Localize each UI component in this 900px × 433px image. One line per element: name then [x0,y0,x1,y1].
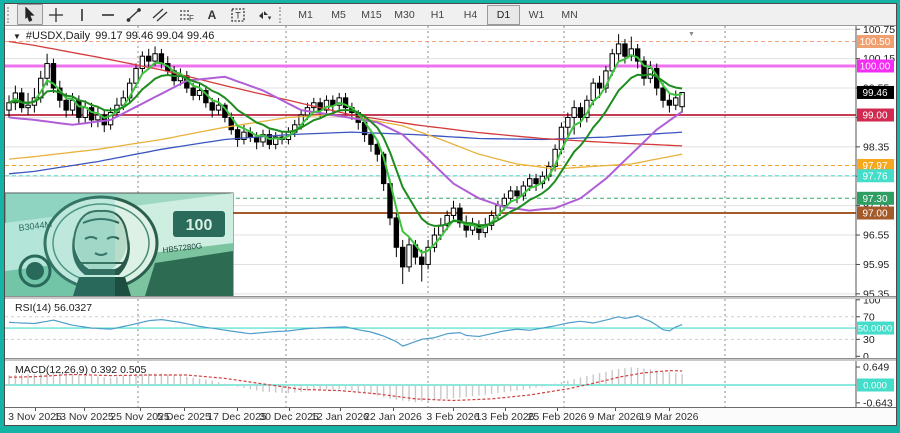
svg-text:F: F [189,14,194,23]
toolbar-grip[interactable] [279,7,287,23]
svg-text:T: T [235,10,241,20]
rsi-level-badge: 50.0000 [858,324,892,335]
timeframe-d1-button[interactable]: D1 [487,5,520,25]
macd-zero-badge: 0.000 [863,381,887,392]
svg-text:▾: ▾ [268,15,272,22]
timeframe-m15-button[interactable]: M15 [355,5,388,25]
timeframe-m5-button[interactable]: M5 [322,5,355,25]
price-badge-99.46: 99.46 [862,88,887,99]
date-label: 5 Dec 2025 [157,411,211,423]
equidistant-channel-icon [152,7,168,23]
trendline-icon [126,7,142,23]
text-label-tool-button[interactable]: T [225,4,251,25]
crosshair-icon [48,7,64,23]
price-axis-label: 95.35 [863,288,889,296]
cursor-tool-button[interactable] [17,4,43,25]
timeframe-m30-button[interactable]: M30 [388,5,421,25]
dollar-bill-image: 100B3044MHB57280G [5,193,233,296]
price-badge-97.76: 97.76 [862,171,887,182]
date-label: 17 Dec 2025 [207,411,267,423]
vertical-line-tool-button[interactable] [69,4,95,25]
chart-title[interactable]: ▼ #USDX,Daily 99.17 99.46 99.04 99.46 [13,30,214,42]
fibonacci-icon: F [178,7,194,23]
rsi-axis-label: 30 [863,334,875,346]
text-icon: A [204,7,220,23]
date-label: 13 Nov 2025 [54,411,114,423]
date-label: 19 Mar 2026 [640,411,699,423]
toolbar: F A T ▾ M1M5M15M30H1H4D1W1MN [5,4,896,26]
date-axis[interactable]: 3 Nov 202513 Nov 202525 Nov 20255 Dec 20… [5,407,896,425]
vertical-line-icon [74,7,90,23]
fibonacci-tool-button[interactable]: F [173,4,199,25]
macd-panel[interactable]: 0.649 -0.643 0.000 MACD(12,26,9) 0.392 0.5… [5,361,896,407]
terminal-frame: FAT▾M1M5M15M30H1H4D1W1MN 100.75100.1599.… [0,0,900,433]
svg-text:A: A [208,8,217,22]
arrows-tool-button[interactable]: ▾ [251,4,277,25]
timeframe-h4-button[interactable]: H4 [454,5,487,25]
price-badge-97.00: 97.00 [862,209,887,220]
crosshair-tool-button[interactable] [43,4,69,25]
date-label: 25 Feb 2026 [528,411,587,423]
horizontal-line-tool-button[interactable] [95,4,121,25]
rsi-value: 56.0327 [54,302,92,314]
arrows-icon: ▾ [256,7,272,23]
equidistant-channel-tool-button[interactable] [147,4,173,25]
macd-label: MACD(12,26,9) 0.392 0.505 [15,364,146,376]
date-label: 13 Feb 2026 [476,411,535,423]
timeframe-m1-button[interactable]: M1 [289,5,322,25]
collapse-arrow-icon[interactable]: ▼ [13,32,21,41]
chart-shift-marker: ▼ [688,31,695,38]
text-tool-button[interactable]: A [199,4,225,25]
chart-symbol-label: #USDX,Daily [26,30,90,42]
rsi-panel[interactable]: 100 70 30 0 50.0000 RSI(14) 56.0327 [5,299,896,358]
toolbar-grip[interactable] [7,7,15,23]
macd-axis-label: -0.643 [863,397,893,407]
rsi-chart[interactable]: 100 70 30 0 50.0000 [5,299,896,358]
main-chart-panel[interactable]: 100.75100.1599.5598.9598.3597.7597.1596.… [5,26,896,296]
horizontal-line-icon [100,7,116,23]
price-badge-99.00: 99.00 [862,111,887,122]
date-label: 22 Jan 2026 [364,411,422,423]
rsi-axis-label: 70 [863,311,875,323]
macd-axis-label: 0.649 [863,362,889,374]
price-badge-97.30: 97.30 [862,194,887,205]
dollar-denomination-text: 100 [186,217,213,234]
price-axis-label: 100.75 [863,26,895,36]
trendline-tool-button[interactable] [121,4,147,25]
date-label: 12 Jan 2026 [311,411,369,423]
macd-values: 0.392 0.505 [91,364,146,376]
rsi-axis-label: 100 [863,299,881,306]
timeframe-mn-button[interactable]: MN [553,5,586,25]
price-axis-label: 96.55 [863,230,889,242]
rsi-axis-label: 0 [863,351,869,358]
timeframe-w1-button[interactable]: W1 [520,5,553,25]
text-label-icon: T [230,7,246,23]
price-chart[interactable]: 100.75100.1599.5598.9598.3597.7597.1596.… [5,26,896,296]
chart-ohlc-values: 99.17 99.46 99.04 99.46 [95,30,214,42]
timeframe-h1-button[interactable]: H1 [421,5,454,25]
rsi-label: RSI(14) 56.0327 [15,302,92,314]
price-axis-label: 98.35 [863,141,889,153]
price-axis-label: 95.95 [863,259,889,271]
price-badge-100.50: 100.50 [860,37,891,48]
price-badge-100.00: 100.00 [860,62,891,73]
date-label: 30 Dec 2025 [259,411,319,423]
date-label: 9 Mar 2026 [588,411,641,423]
cursor-icon [22,7,38,23]
chart-window: FAT▾M1M5M15M30H1H4D1W1MN 100.75100.1599.… [4,3,897,426]
date-label: 3 Feb 2026 [426,411,479,423]
